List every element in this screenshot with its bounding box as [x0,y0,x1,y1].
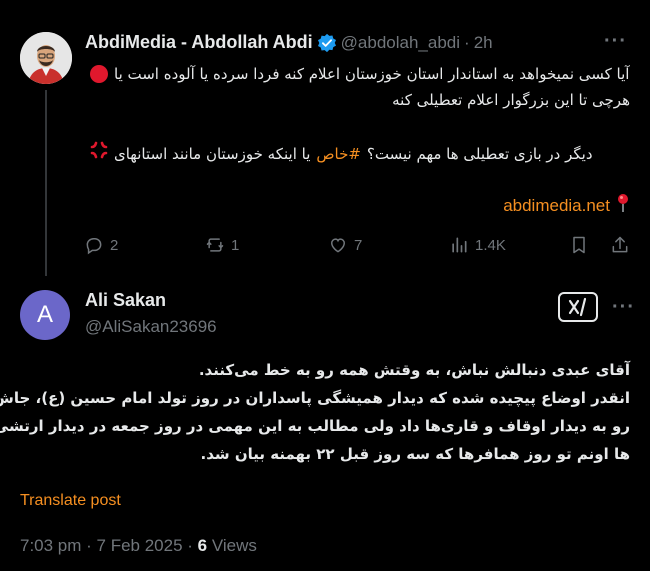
post-text-line1: آیا کسی نمیخواهد به استاندار استان خوزست… [90,62,630,86]
heart-icon [330,238,346,253]
more-icon[interactable]: ··· [612,296,635,319]
hashtag-link[interactable]: #خاص [316,142,361,166]
reply-footer: 7:03 pm · 7 Feb 2025 · 6 Views [20,536,257,556]
red-circle-icon [90,65,108,83]
reply-author-handle[interactable]: @AliSakan23696 [85,317,217,337]
author-name[interactable]: AbdiMedia - Abdollah Abdi [85,32,313,53]
views-count: 1.4K [475,236,506,254]
post-link-row: abdimedia.net [503,193,630,218]
share-button[interactable] [610,235,630,255]
like-count: 7 [354,236,363,254]
views-icon [452,237,467,253]
verified-badge-icon [317,33,337,53]
reply-text-line2: انقدر اوضاع پیچیده شده که دیدار همیشگی پ… [0,389,630,407]
grok-button[interactable] [558,292,598,322]
grok-icon [568,297,587,317]
more-icon[interactable]: ··· [604,30,627,53]
reply-text-line1: آقای عبدی دنبالش نباش، به وقتش همه رو به… [198,361,630,379]
reply-text-line3: رو به دیدار اوقاف و قاری‌ها داد ولی مطال… [0,417,630,435]
reply-icon [86,238,102,255]
views-button[interactable]: 1.4K [449,235,506,255]
thread-connector [45,90,47,276]
bookmark-button[interactable] [569,235,589,255]
anger-symbol-icon [90,141,108,166]
reply-button[interactable]: 2 [84,235,118,255]
post-header: AbdiMedia - Abdollah Abdi @abdolah_abdi … [85,32,493,53]
reply-timestamp[interactable]: 7:03 pm · 7 Feb 2025 · [20,536,193,555]
external-link[interactable]: abdimedia.net [503,196,610,216]
repost-count: 1 [231,236,240,254]
reply-views-label: Views [211,536,257,555]
reply-author-name[interactable]: Ali Sakan [85,290,166,311]
repost-icon [206,238,224,252]
like-button[interactable]: 7 [328,235,362,255]
post-text-line2: هرچی تا این بزرگوار اعلام تعطیلی کنه [392,91,630,109]
reply-count: 2 [110,236,119,254]
bookmark-icon [573,236,585,254]
reply-text-line4: ها اونم تو روز همافرها که سه روز قبل ۲۲ … [200,445,631,463]
author-handle[interactable]: @abdolah_abdi [341,33,460,53]
translate-post-link[interactable]: Translate post [20,492,121,510]
header-separator: · [464,32,470,52]
reply-views-count: 6 [197,536,208,555]
repost-button[interactable]: 1 [205,235,239,255]
post-text-line3: یا اینکه خوزستان مانند استانهای #خاص دیگ… [90,141,630,166]
author-avatar[interactable] [20,32,72,84]
share-icon [612,236,628,253]
round-pushpin-icon [616,193,630,218]
post-time[interactable]: 2h [474,33,493,53]
reply-avatar[interactable]: A [20,290,70,340]
